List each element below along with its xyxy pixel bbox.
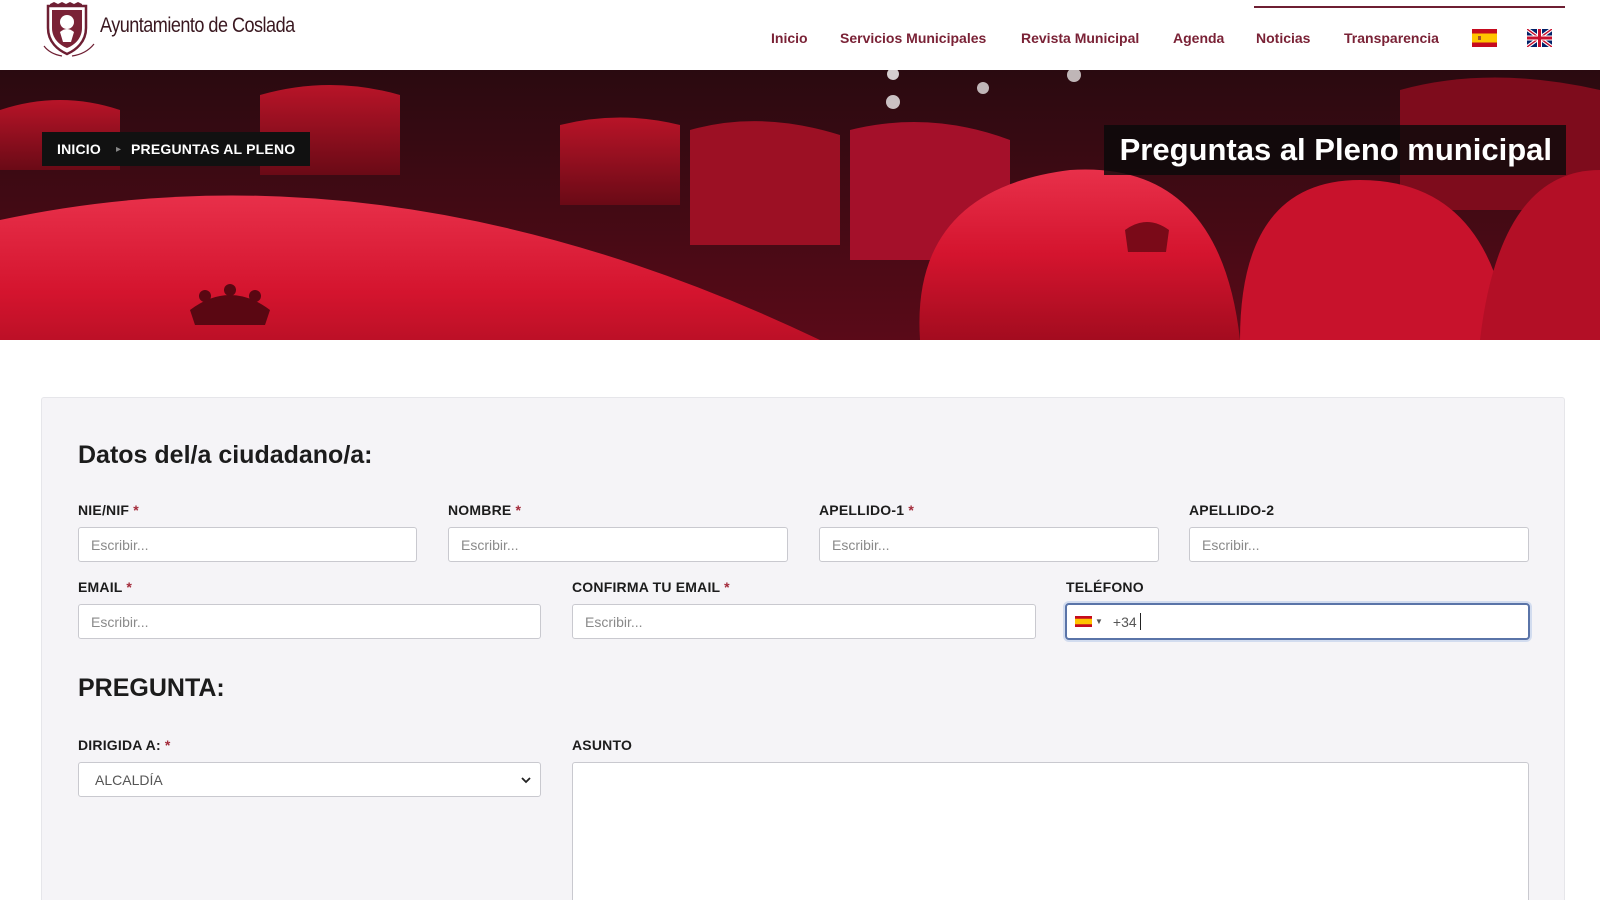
nav-noticias[interactable]: Noticias (1256, 30, 1310, 46)
spain-flag-icon[interactable] (1472, 29, 1497, 47)
site-header: Ayuntamiento de Coslada Inicio Servicios… (0, 0, 1600, 70)
chevron-down-icon (521, 776, 531, 783)
chevron-down-icon: ▼ (1095, 617, 1103, 626)
label-nombre: NOMBRE * (448, 502, 522, 518)
nie-input[interactable] (78, 527, 417, 562)
section-title-citizen: Datos del/a ciudadano/a: (78, 441, 373, 469)
page-title-box: Preguntas al Pleno municipal (1103, 125, 1566, 175)
theater-seats-image (0, 70, 1600, 340)
label-apellido2: APELLIDO-2 (1189, 502, 1275, 518)
label-confirm-email: CONFIRMA TU EMAIL * (572, 579, 730, 595)
apellido2-input[interactable] (1189, 527, 1529, 562)
label-email: EMAIL * (78, 579, 133, 595)
main-nav: Inicio Servicios Municipales Revista Mun… (0, 30, 1600, 50)
breadcrumb: INICIO ▸ PREGUNTAS AL PLENO (42, 132, 311, 166)
label-dirigida: DIRIGIDA A: * (78, 737, 171, 753)
dirigida-selected-value: ALCALDÍA (95, 771, 163, 788)
breadcrumb-inicio[interactable]: INICIO (57, 141, 101, 157)
dirigida-select[interactable]: ALCALDÍA (78, 762, 541, 797)
nav-agenda[interactable]: Agenda (1173, 30, 1224, 46)
apellido1-input[interactable] (819, 527, 1159, 562)
page-title: Preguntas al Pleno municipal (1119, 132, 1552, 167)
label-asunto: ASUNTO (572, 737, 633, 753)
label-telefono: TELÉFONO (1066, 579, 1144, 595)
spain-flag-icon (1075, 616, 1092, 627)
label-apellido1: APELLIDO-1 * (819, 502, 914, 518)
text-cursor (1139, 613, 1141, 630)
uk-flag-icon[interactable] (1527, 29, 1552, 47)
hero-banner: INICIO ▸ PREGUNTAS AL PLENO Preguntas al… (0, 70, 1600, 340)
nav-servicios-municipales[interactable]: Servicios Municipales (840, 30, 986, 46)
form-panel: Datos del/a ciudadano/a: NIE/NIF * NOMBR… (41, 397, 1565, 900)
telefono-input[interactable]: ▼ +34 (1065, 603, 1530, 640)
dial-code: +34 (1112, 613, 1137, 630)
section-title-question: PREGUNTA: (78, 674, 225, 702)
breadcrumb-separator-icon: ▸ (115, 143, 122, 155)
nombre-input[interactable] (448, 527, 788, 562)
confirm-email-input[interactable] (572, 604, 1036, 639)
nav-revista-municipal[interactable]: Revista Municipal (1021, 30, 1139, 46)
active-nav-indicator (1254, 6, 1565, 8)
nav-inicio[interactable]: Inicio (771, 30, 808, 46)
country-code-selector[interactable]: ▼ (1067, 605, 1103, 638)
asunto-textarea[interactable] (572, 762, 1529, 900)
nav-transparencia[interactable]: Transparencia (1344, 30, 1439, 46)
label-nie: NIE/NIF * (78, 502, 139, 518)
breadcrumb-current: PREGUNTAS AL PLENO (131, 141, 296, 157)
email-input[interactable] (78, 604, 541, 639)
